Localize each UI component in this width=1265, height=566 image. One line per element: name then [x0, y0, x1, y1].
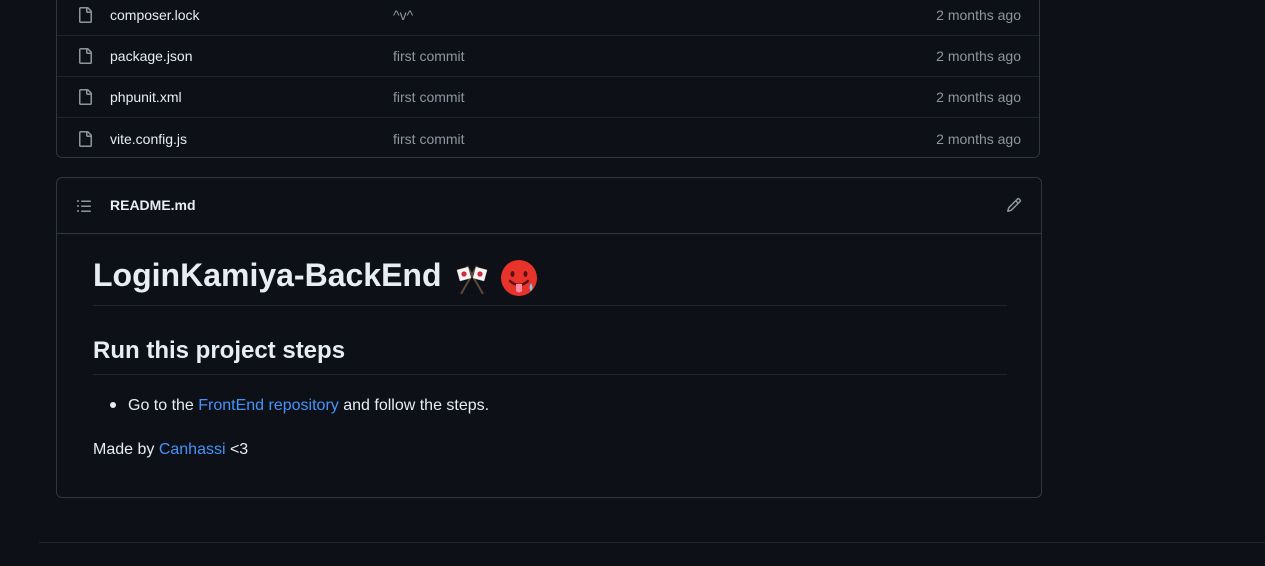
canhassi-profile-link[interactable]: Canhassi — [159, 441, 226, 458]
file-row[interactable]: package.json first commit 2 months ago — [57, 36, 1039, 77]
file-icon — [79, 89, 92, 105]
bullet-text-end: and follow the steps. — [338, 397, 490, 414]
list-item: Go to the FrontEnd repository and follow… — [93, 394, 489, 418]
readme-heading-h1: LoginKamiya-BackEnd — [93, 254, 1007, 306]
file-row[interactable]: composer.lock ^v^ 2 months ago — [57, 0, 1039, 36]
readme-filename-link[interactable]: README.md — [110, 197, 196, 213]
made-by-text: Made by — [93, 441, 159, 458]
file-icon — [79, 6, 92, 23]
bullet-text: Go to the — [128, 397, 199, 414]
pencil-icon[interactable] — [1006, 197, 1022, 213]
file-name-link[interactable]: composer.lock — [110, 7, 199, 23]
commit-time: 2 months ago — [936, 6, 1021, 23]
hot-face-emoji — [500, 259, 537, 296]
file-row[interactable]: phpunit.xml first commit 2 months ago — [57, 77, 1039, 118]
commit-time: 2 months ago — [936, 48, 1021, 64]
made-by-paragraph: Made by Canhassi <3 — [93, 438, 248, 462]
readme-header: README.md — [57, 178, 1041, 234]
commit-message-link[interactable]: first commit — [393, 131, 465, 147]
file-name-link[interactable]: phpunit.xml — [110, 89, 182, 105]
commit-time: 2 months ago — [936, 130, 1021, 147]
commit-time: 2 months ago — [936, 89, 1021, 105]
footer-divider — [39, 542, 1265, 543]
crossed-flags-emoji — [456, 265, 487, 295]
commit-message-link[interactable]: first commit — [393, 89, 465, 105]
file-list: composer.lock ^v^ 2 months ago package.j… — [56, 0, 1040, 158]
list-unordered-icon[interactable] — [76, 198, 92, 214]
file-icon — [79, 48, 92, 64]
file-name-link[interactable]: vite.config.js — [110, 131, 187, 147]
readme-title-text: LoginKamiya-BackEnd — [93, 257, 442, 293]
frontend-repository-link[interactable]: FrontEnd repository — [198, 397, 339, 414]
file-icon — [79, 130, 92, 147]
bullet-icon — [110, 401, 116, 408]
file-name-link[interactable]: package.json — [110, 48, 193, 64]
commit-message-link[interactable]: ^v^ — [393, 7, 413, 23]
readme-heading-h2: Run this project steps — [93, 334, 1007, 375]
readme-panel: README.md LoginKamiya-BackEnd Run this p… — [56, 177, 1042, 498]
commit-message-link[interactable]: first commit — [393, 48, 465, 64]
file-row[interactable]: vite.config.js first commit 2 months ago — [57, 118, 1039, 159]
made-by-heart: <3 — [225, 441, 249, 458]
